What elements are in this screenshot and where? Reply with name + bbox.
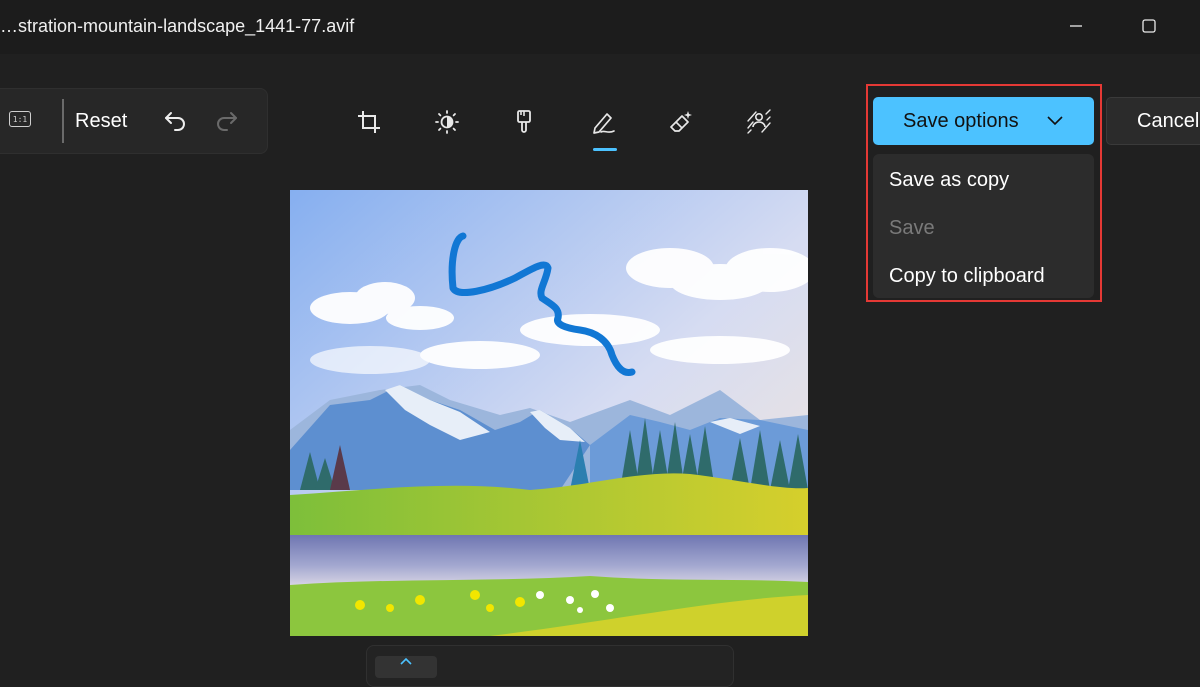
maximize-button[interactable] (1126, 8, 1172, 44)
erase-tool-button[interactable] (663, 106, 699, 138)
crop-tool-button[interactable] (351, 106, 387, 138)
chevron-up-icon (400, 657, 412, 665)
background-tool-button[interactable] (741, 106, 777, 138)
adjustment-tool-button[interactable] (429, 106, 465, 138)
menu-item-save: Save (889, 216, 935, 239)
save-options-label: Save options (903, 109, 1019, 132)
maximize-icon (1142, 19, 1156, 33)
filter-tool-button[interactable] (506, 106, 542, 138)
cancel-button[interactable]: Cancel (1106, 97, 1200, 145)
brightness-icon (435, 110, 459, 134)
aspect-ratio-button[interactable]: 1:1 (9, 111, 31, 127)
markup-panel (366, 645, 734, 687)
save-options-button[interactable]: Save options (873, 97, 1094, 145)
menu-item-copy-to-clipboard[interactable]: Copy to clipboard (889, 261, 1045, 291)
background-blur-icon (747, 109, 771, 134)
redo-button[interactable] (213, 108, 239, 134)
toolbar-divider (62, 99, 64, 143)
minimize-icon (1070, 25, 1082, 27)
save-options-menu: Save as copy Save Copy to clipboard (873, 154, 1094, 298)
image-canvas[interactable] (290, 190, 808, 636)
redo-icon (217, 112, 237, 131)
selected-tool-indicator (593, 148, 617, 151)
lake (290, 535, 808, 585)
window-title: …stration-mountain-landscape_1441-77.avi… (0, 16, 355, 36)
minimize-button[interactable] (1053, 8, 1099, 44)
markup-tool-button[interactable] (586, 106, 622, 138)
magic-erase-icon (670, 111, 692, 132)
landscape-image (290, 190, 808, 636)
paintbrush-icon (517, 110, 531, 133)
edit-toolbar-left: 1:1 Reset (0, 88, 268, 154)
chevron-down-icon (1047, 116, 1063, 126)
menu-item-save-as-copy[interactable]: Save as copy (889, 165, 1009, 195)
title-bar: …stration-mountain-landscape_1441-77.avi… (0, 0, 1200, 54)
reset-button[interactable]: Reset (75, 107, 127, 135)
undo-icon (165, 112, 185, 131)
undo-button[interactable] (163, 108, 189, 134)
crop-icon (358, 111, 380, 133)
pen-icon (593, 113, 615, 134)
